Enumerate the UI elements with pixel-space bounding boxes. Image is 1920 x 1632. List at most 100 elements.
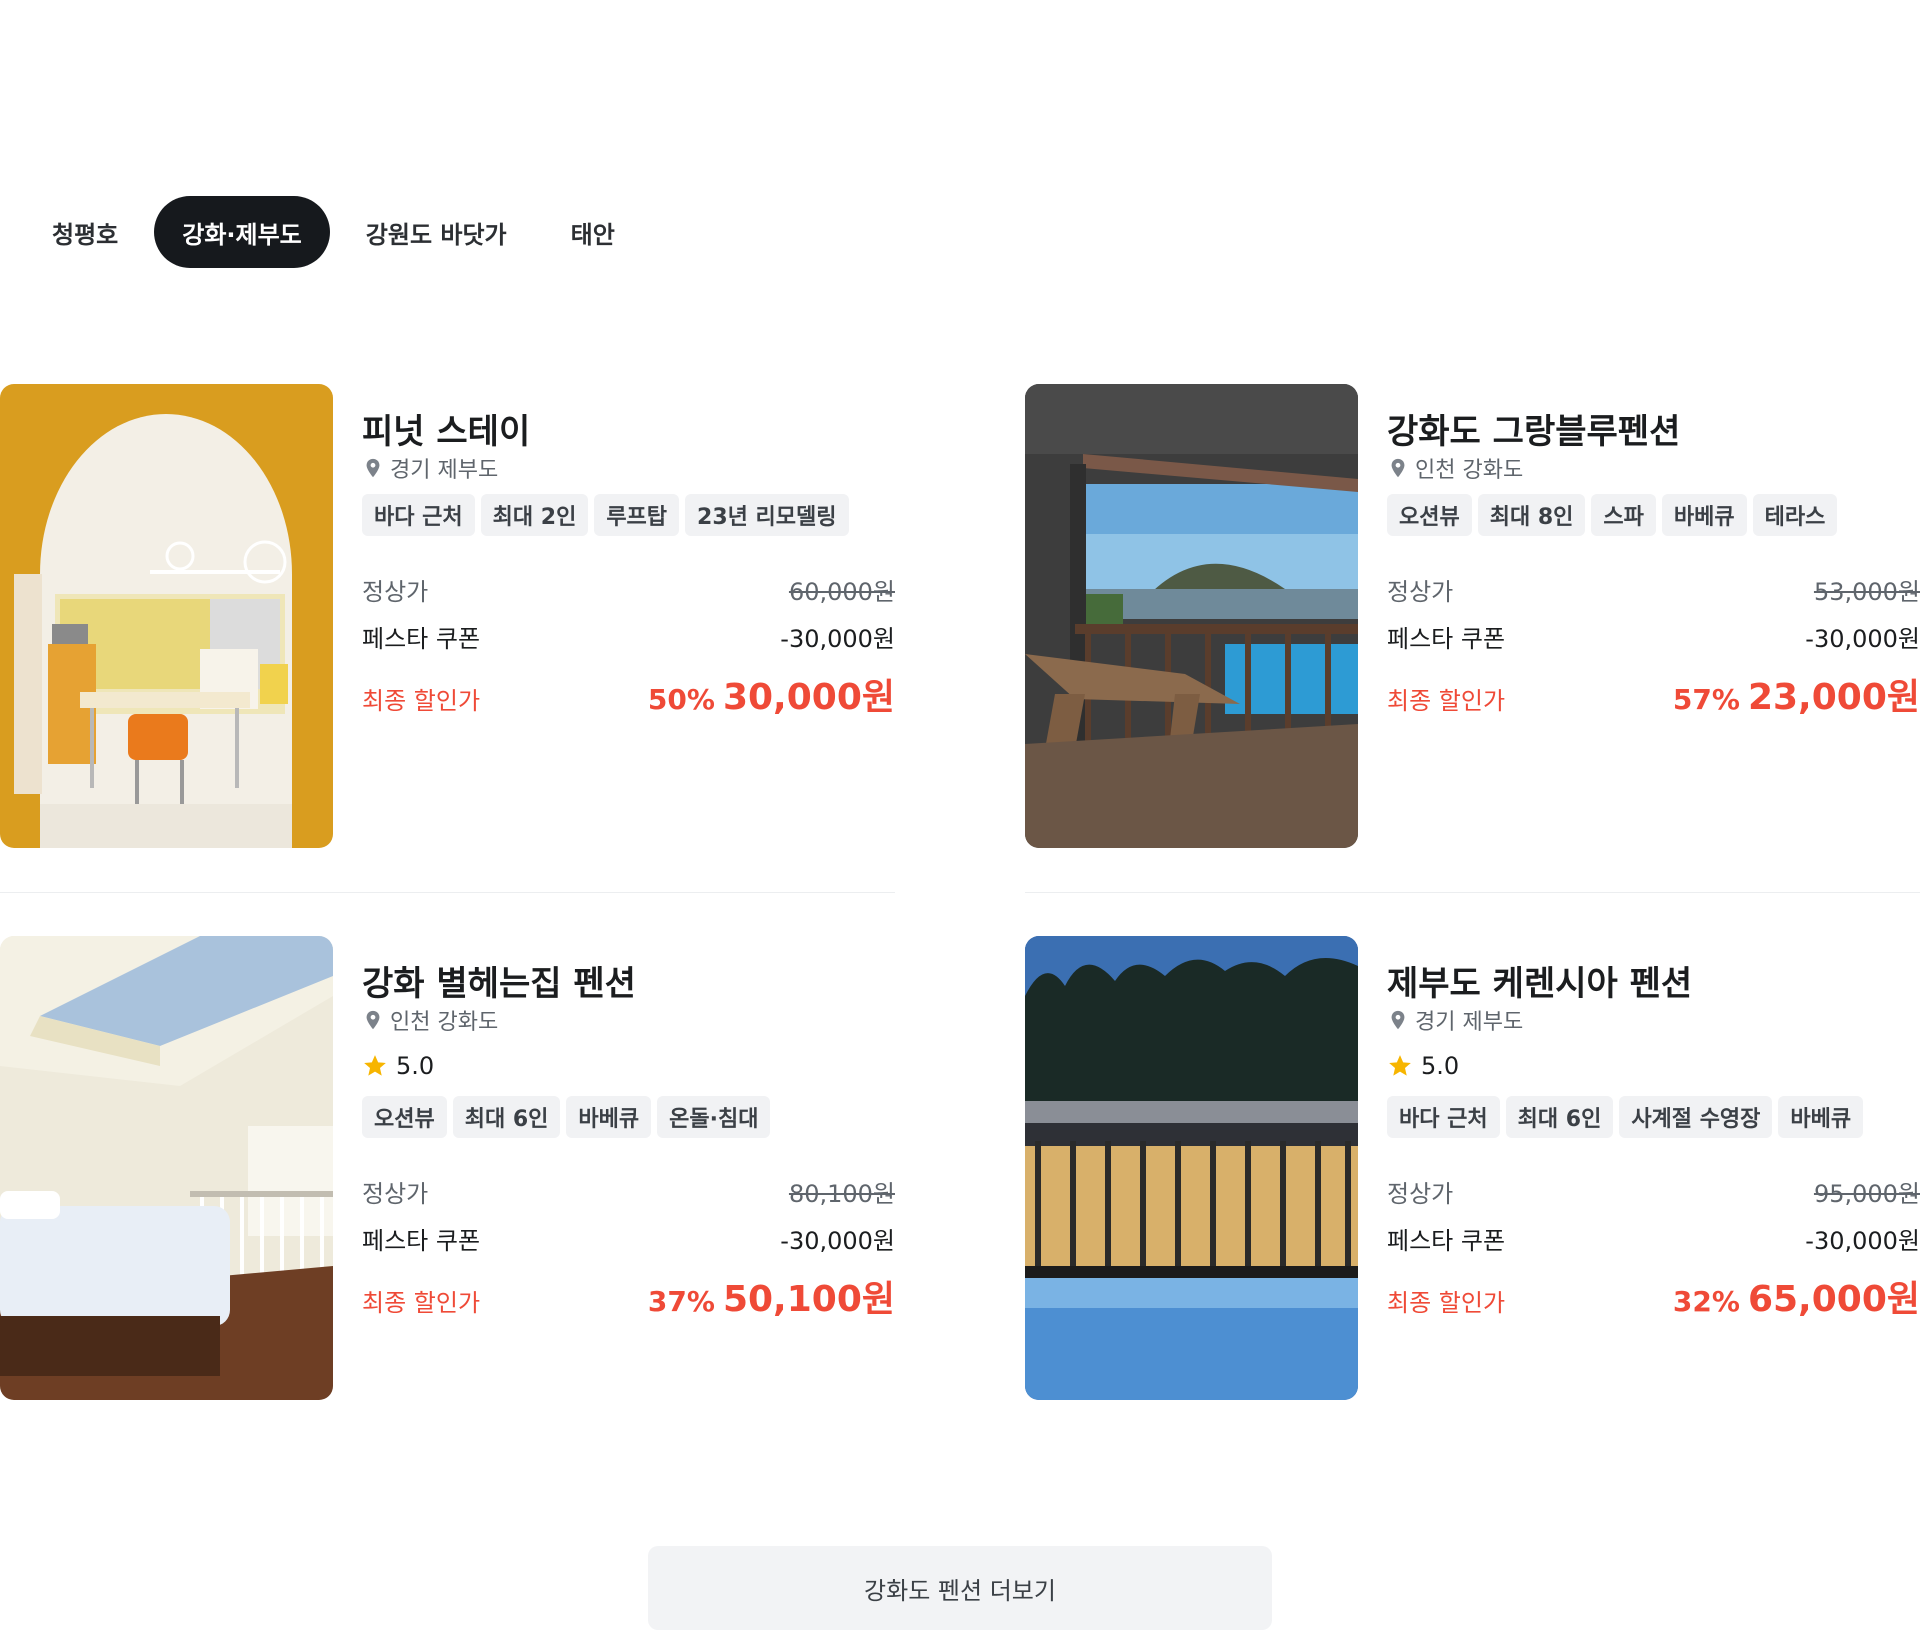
tab-cheongpyeong[interactable]: 청평호: [24, 196, 146, 268]
coupon-row: 페스타 쿠폰 -30,000원: [362, 1221, 895, 1256]
listing-info: 강화 별헤는집 펜션 인천 강화도 5.0 오션뷰 최대 6인 바베큐 온돌·침…: [362, 936, 895, 1400]
tag: 바베큐: [566, 1096, 652, 1138]
tag: 바다 근처: [362, 494, 475, 536]
listing-card[interactable]: 강화 별헤는집 펜션 인천 강화도 5.0 오션뷰 최대 6인 바베큐 온돌·침…: [0, 936, 895, 1400]
tag: 바베큐: [1661, 494, 1747, 536]
coupon-value: -30,000원: [1805, 1227, 1920, 1255]
more-listings-button[interactable]: 강화도 펜션 더보기: [648, 1546, 1272, 1630]
rating-value: 5.0: [1421, 1052, 1460, 1080]
final-price-row: 최종 할인가 50% 30,000원: [362, 668, 895, 720]
rating-value: 5.0: [396, 1052, 435, 1080]
final-price: 32% 65,000원: [1673, 1270, 1920, 1322]
final-price-label: 최종 할인가: [1387, 687, 1506, 715]
map-pin-icon: [366, 458, 380, 478]
regular-price-row: 정상가 95,000원: [1387, 1174, 1920, 1209]
price-block: 정상가 95,000원 페스타 쿠폰 -30,000원 최종 할인가 32% 6…: [1387, 1174, 1920, 1322]
regular-price-label: 정상가: [362, 578, 429, 606]
location-text: 인천 강화도: [390, 1010, 499, 1035]
tag: 바베큐: [1778, 1096, 1864, 1138]
final-price-row: 최종 할인가 32% 65,000원: [1387, 1270, 1920, 1322]
listing-location: 경기 제부도: [1387, 1004, 1523, 1036]
tag-list: 오션뷰 최대 6인 바베큐 온돌·침대: [362, 1096, 771, 1138]
discount-percent: 32%: [1672, 1285, 1740, 1318]
final-price-label: 최종 할인가: [362, 1289, 481, 1317]
coupon-label: 페스타 쿠폰: [1387, 1227, 1506, 1255]
final-price-row: 최종 할인가 37% 50,100원: [362, 1270, 895, 1322]
regular-price-row: 정상가 80,100원: [362, 1174, 895, 1209]
regular-price-value: 60,000원: [788, 578, 895, 606]
star-icon: [1389, 1055, 1411, 1076]
regular-price-label: 정상가: [1387, 1180, 1454, 1208]
coupon-row: 페스타 쿠폰 -30,000원: [362, 619, 895, 654]
tag: 최대 8인: [1477, 494, 1586, 536]
rating: 5.0: [362, 1052, 434, 1080]
tag: 바다 근처: [1387, 1096, 1500, 1138]
regular-price-label: 정상가: [362, 1180, 429, 1208]
listing-name[interactable]: 제부도 케렌시아 펜션: [1387, 956, 1692, 1005]
tab-ganghwa-jebudo[interactable]: 강화·제부도: [154, 196, 330, 268]
final-price: 57% 23,000원: [1673, 668, 1920, 720]
regular-price-label: 정상가: [1387, 578, 1454, 606]
listing-card[interactable]: 제부도 케렌시아 펜션 경기 제부도 5.0 바다 근처 최대 6인 사계절 수…: [1025, 936, 1920, 1400]
coupon-row: 페스타 쿠폰 -30,000원: [1387, 619, 1920, 654]
listing-info: 제부도 케렌시아 펜션 경기 제부도 5.0 바다 근처 최대 6인 사계절 수…: [1387, 936, 1920, 1400]
listing-photo[interactable]: [1025, 384, 1358, 848]
coupon-label: 페스타 쿠폰: [1387, 625, 1506, 653]
final-price-value: 65,000원: [1747, 1279, 1920, 1320]
regular-price-row: 정상가 53,000원: [1387, 572, 1920, 607]
discount-percent: 37%: [647, 1285, 715, 1318]
tag-list: 오션뷰 최대 8인 스파 바베큐 테라스: [1387, 494, 1838, 536]
listing-location: 인천 강화도: [362, 1004, 498, 1036]
row-divider: [0, 892, 895, 893]
listing-photo[interactable]: [0, 936, 333, 1400]
tag: 스파: [1591, 494, 1656, 536]
location-text: 경기 제부도: [390, 458, 499, 483]
final-price-row: 최종 할인가 57% 23,000원: [1387, 668, 1920, 720]
map-pin-icon: [1391, 458, 1405, 478]
region-tabs: 청평호 강화·제부도 강원도 바닷가 태안: [24, 196, 643, 268]
tag: 오션뷰: [362, 1096, 447, 1138]
star-icon: [364, 1055, 386, 1076]
listing-name[interactable]: 피넛 스테이: [362, 404, 530, 453]
tab-gangwon-beach[interactable]: 강원도 바닷가: [338, 196, 535, 268]
tag: 테라스: [1752, 494, 1838, 536]
discount-percent: 57%: [1672, 683, 1740, 716]
listing-info: 피넛 스테이 경기 제부도 바다 근처 최대 2인 루프탑 23년 리모델링 정…: [362, 384, 895, 848]
coupon-value: -30,000원: [1805, 625, 1920, 653]
map-pin-icon: [1391, 1010, 1405, 1030]
tag: 오션뷰: [1387, 494, 1472, 536]
rating: 5.0: [1387, 1052, 1459, 1080]
tag: 23년 리모델링: [685, 494, 849, 536]
regular-price-value: 53,000원: [1813, 578, 1920, 606]
discount-percent: 50%: [647, 683, 715, 716]
tag: 루프탑: [594, 494, 680, 536]
coupon-row: 페스타 쿠폰 -30,000원: [1387, 1221, 1920, 1256]
listing-location: 경기 제부도: [362, 452, 498, 484]
coupon-value: -30,000원: [780, 1227, 895, 1255]
listing-photo[interactable]: [0, 384, 333, 848]
final-price: 50% 30,000원: [648, 668, 895, 720]
final-price-value: 23,000원: [1747, 677, 1920, 718]
listing-info: 강화도 그랑블루펜션 인천 강화도 오션뷰 최대 8인 스파 바베큐 테라스 정…: [1387, 384, 1920, 848]
map-pin-icon: [366, 1010, 380, 1030]
regular-price-value: 80,100원: [788, 1180, 895, 1208]
regular-price-row: 정상가 60,000원: [362, 572, 895, 607]
coupon-label: 페스타 쿠폰: [362, 625, 481, 653]
final-price-value: 30,000원: [722, 677, 895, 718]
price-block: 정상가 53,000원 페스타 쿠폰 -30,000원 최종 할인가 57% 2…: [1387, 572, 1920, 720]
coupon-label: 페스타 쿠폰: [362, 1227, 481, 1255]
page: 청평호 강화·제부도 강원도 바닷가 태안 피넛 스테이 경기 제부도 바다 근…: [0, 0, 1920, 1632]
listing-name[interactable]: 강화도 그랑블루펜션: [1387, 404, 1680, 453]
tab-taean[interactable]: 태안: [543, 196, 643, 268]
tag: 최대 6인: [452, 1096, 561, 1138]
listing-location: 인천 강화도: [1387, 452, 1523, 484]
location-text: 경기 제부도: [1415, 1010, 1524, 1035]
listing-photo[interactable]: [1025, 936, 1358, 1400]
price-block: 정상가 80,100원 페스타 쿠폰 -30,000원 최종 할인가 37% 5…: [362, 1174, 895, 1322]
tag: 최대 6인: [1505, 1096, 1614, 1138]
tag-list: 바다 근처 최대 2인 루프탑 23년 리모델링: [362, 494, 849, 536]
listing-card[interactable]: 강화도 그랑블루펜션 인천 강화도 오션뷰 최대 8인 스파 바베큐 테라스 정…: [1025, 384, 1920, 848]
listing-card[interactable]: 피넛 스테이 경기 제부도 바다 근처 최대 2인 루프탑 23년 리모델링 정…: [0, 384, 895, 848]
final-price-value: 50,100원: [722, 1279, 895, 1320]
listing-name[interactable]: 강화 별헤는집 펜션: [362, 956, 636, 1005]
